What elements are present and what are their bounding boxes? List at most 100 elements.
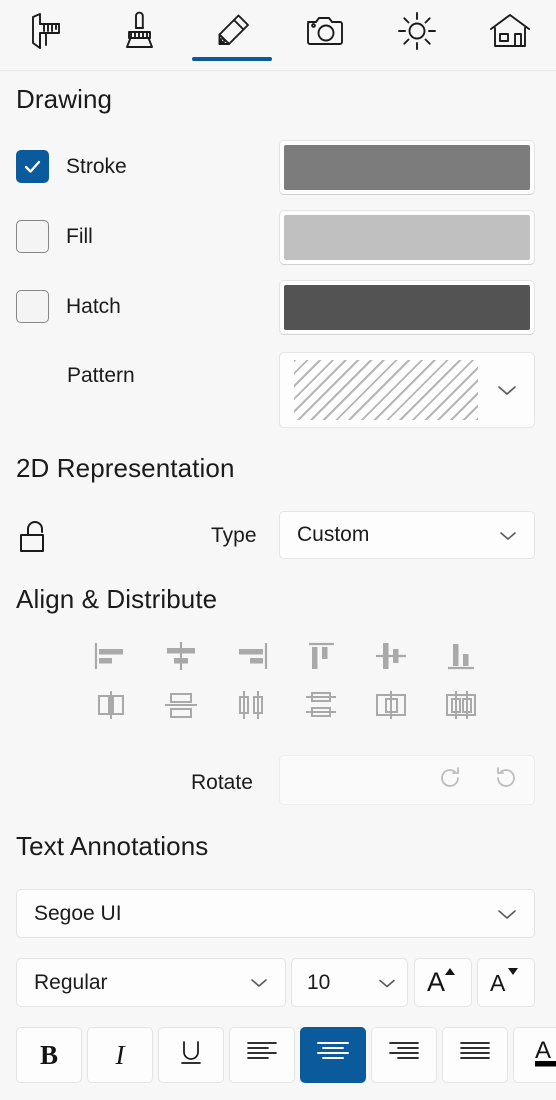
fill-checkbox[interactable]: [16, 220, 49, 253]
representation-type-dropdown[interactable]: Custom: [279, 511, 535, 559]
hatch-label: Hatch: [66, 294, 121, 318]
pencil-icon: [209, 9, 255, 53]
distribute-horizontal-edges-button[interactable]: [216, 683, 286, 732]
fill-color-fill: [284, 215, 530, 260]
unlock-icon[interactable]: [18, 518, 60, 561]
house-icon: [486, 9, 534, 53]
align-button-grid: [76, 634, 496, 732]
text-align-justify-icon: [457, 1038, 493, 1073]
stroke-checkbox[interactable]: [16, 150, 49, 183]
align-right-button[interactable]: [216, 634, 286, 683]
align-center-horizontal-button[interactable]: [146, 634, 216, 683]
align-section-title: Align & Distribute: [16, 584, 218, 614]
distribute-vertical-edges-button[interactable]: [286, 683, 356, 732]
svg-text:A: A: [490, 970, 506, 996]
svg-text:A: A: [535, 1037, 551, 1064]
distribute-horizontal-centers-icon: [91, 688, 131, 727]
align-bottom-button[interactable]: [426, 634, 496, 683]
check-icon: [24, 160, 41, 173]
chevron-down-icon: [378, 977, 407, 989]
distribute-vertical-gaps-button[interactable]: [426, 683, 496, 732]
pattern-preview: [294, 360, 478, 420]
fill-label: Fill: [66, 224, 93, 248]
font-style-dropdown[interactable]: Regular: [16, 958, 286, 1007]
tab-home[interactable]: [463, 0, 556, 70]
tab-capture[interactable]: [278, 0, 371, 70]
decrease-font-size-icon: A: [487, 963, 525, 1002]
type-label: Type: [211, 524, 257, 547]
distribute-vertical-edges-icon: [301, 688, 341, 727]
text-align-right-button[interactable]: [371, 1027, 437, 1083]
stroke-checkbox-row: Stroke: [16, 150, 127, 183]
hatch-color-swatch[interactable]: [279, 280, 535, 335]
chevron-down-icon: [249, 976, 285, 989]
stroke-color-fill: [284, 145, 530, 190]
bold-icon: B: [39, 1039, 58, 1070]
align-right-icon: [231, 639, 271, 678]
rotate-control-group: [279, 755, 535, 805]
stroke-label: Stroke: [66, 154, 127, 178]
tab-markup[interactable]: [185, 0, 278, 70]
tab-measure[interactable]: [0, 0, 93, 70]
italic-icon: I: [115, 1039, 125, 1070]
stroke-color-swatch[interactable]: [279, 140, 535, 195]
distribute-vertical-centers-button[interactable]: [146, 683, 216, 732]
text-align-center-icon: [315, 1038, 351, 1073]
chevron-down-icon: [496, 383, 534, 397]
rotate-clockwise-button[interactable]: [422, 756, 478, 804]
increase-font-size-icon: A: [424, 963, 462, 1002]
font-family-value: Segoe UI: [34, 901, 122, 925]
text-format-button-row: B I A: [16, 1027, 556, 1083]
stamp-icon: [117, 9, 161, 53]
drawing-section-title: Drawing: [16, 84, 113, 114]
fill-color-swatch[interactable]: [279, 210, 535, 265]
text-align-left-icon: [244, 1038, 280, 1073]
representation-type-value: Custom: [297, 523, 370, 546]
pattern-label: Pattern: [67, 364, 135, 387]
chevron-down-icon: [498, 529, 534, 542]
bold-button[interactable]: B: [16, 1027, 82, 1083]
align-left-icon: [91, 639, 131, 678]
rotate-counterclockwise-icon: [492, 764, 520, 797]
align-center-horizontal-icon: [161, 639, 201, 678]
font-color-icon: A: [528, 1034, 556, 1077]
font-style-value: Regular: [34, 970, 108, 994]
text-annotations-section-title: Text Annotations: [16, 831, 209, 861]
align-row-2: [76, 683, 496, 732]
increase-font-size-button[interactable]: A: [414, 958, 472, 1007]
fill-checkbox-row: Fill: [16, 220, 93, 253]
decrease-font-size-button[interactable]: A: [477, 958, 535, 1007]
font-family-dropdown[interactable]: Segoe UI: [16, 889, 535, 938]
caliper-icon: [22, 9, 70, 53]
align-top-button[interactable]: [286, 634, 356, 683]
font-size-value: 10: [307, 970, 331, 994]
align-middle-vertical-icon: [371, 639, 411, 678]
tab-lighting[interactable]: [371, 0, 464, 70]
font-size-dropdown[interactable]: 10: [291, 958, 408, 1007]
pattern-dropdown[interactable]: [279, 352, 535, 428]
rotate-label: Rotate: [191, 771, 253, 794]
align-middle-vertical-button[interactable]: [356, 634, 426, 683]
distribute-horizontal-centers-button[interactable]: [76, 683, 146, 732]
text-align-justify-button[interactable]: [442, 1027, 508, 1083]
underline-icon: [175, 1036, 207, 1075]
align-bottom-icon: [441, 639, 481, 678]
underline-button[interactable]: [158, 1027, 224, 1083]
text-align-center-button[interactable]: [300, 1027, 366, 1083]
hatch-checkbox[interactable]: [16, 290, 49, 323]
tab-active-indicator: [191, 57, 272, 61]
font-color-button[interactable]: A: [513, 1027, 556, 1083]
text-align-left-button[interactable]: [229, 1027, 295, 1083]
chevron-down-icon: [496, 907, 534, 921]
distribute-horizontal-gaps-icon: [371, 688, 411, 727]
tab-stamp[interactable]: [93, 0, 186, 70]
align-top-icon: [301, 639, 341, 678]
hatch-checkbox-row: Hatch: [16, 290, 121, 323]
rotate-counterclockwise-button[interactable]: [478, 756, 534, 804]
align-row-1: [76, 634, 496, 683]
italic-button[interactable]: I: [87, 1027, 153, 1083]
distribute-horizontal-gaps-button[interactable]: [356, 683, 426, 732]
tool-tabstrip: [0, 0, 556, 71]
align-left-button[interactable]: [76, 634, 146, 683]
properties-panel: Drawing Stroke Fill Hatch Pattern 2D Rep…: [0, 0, 556, 1100]
